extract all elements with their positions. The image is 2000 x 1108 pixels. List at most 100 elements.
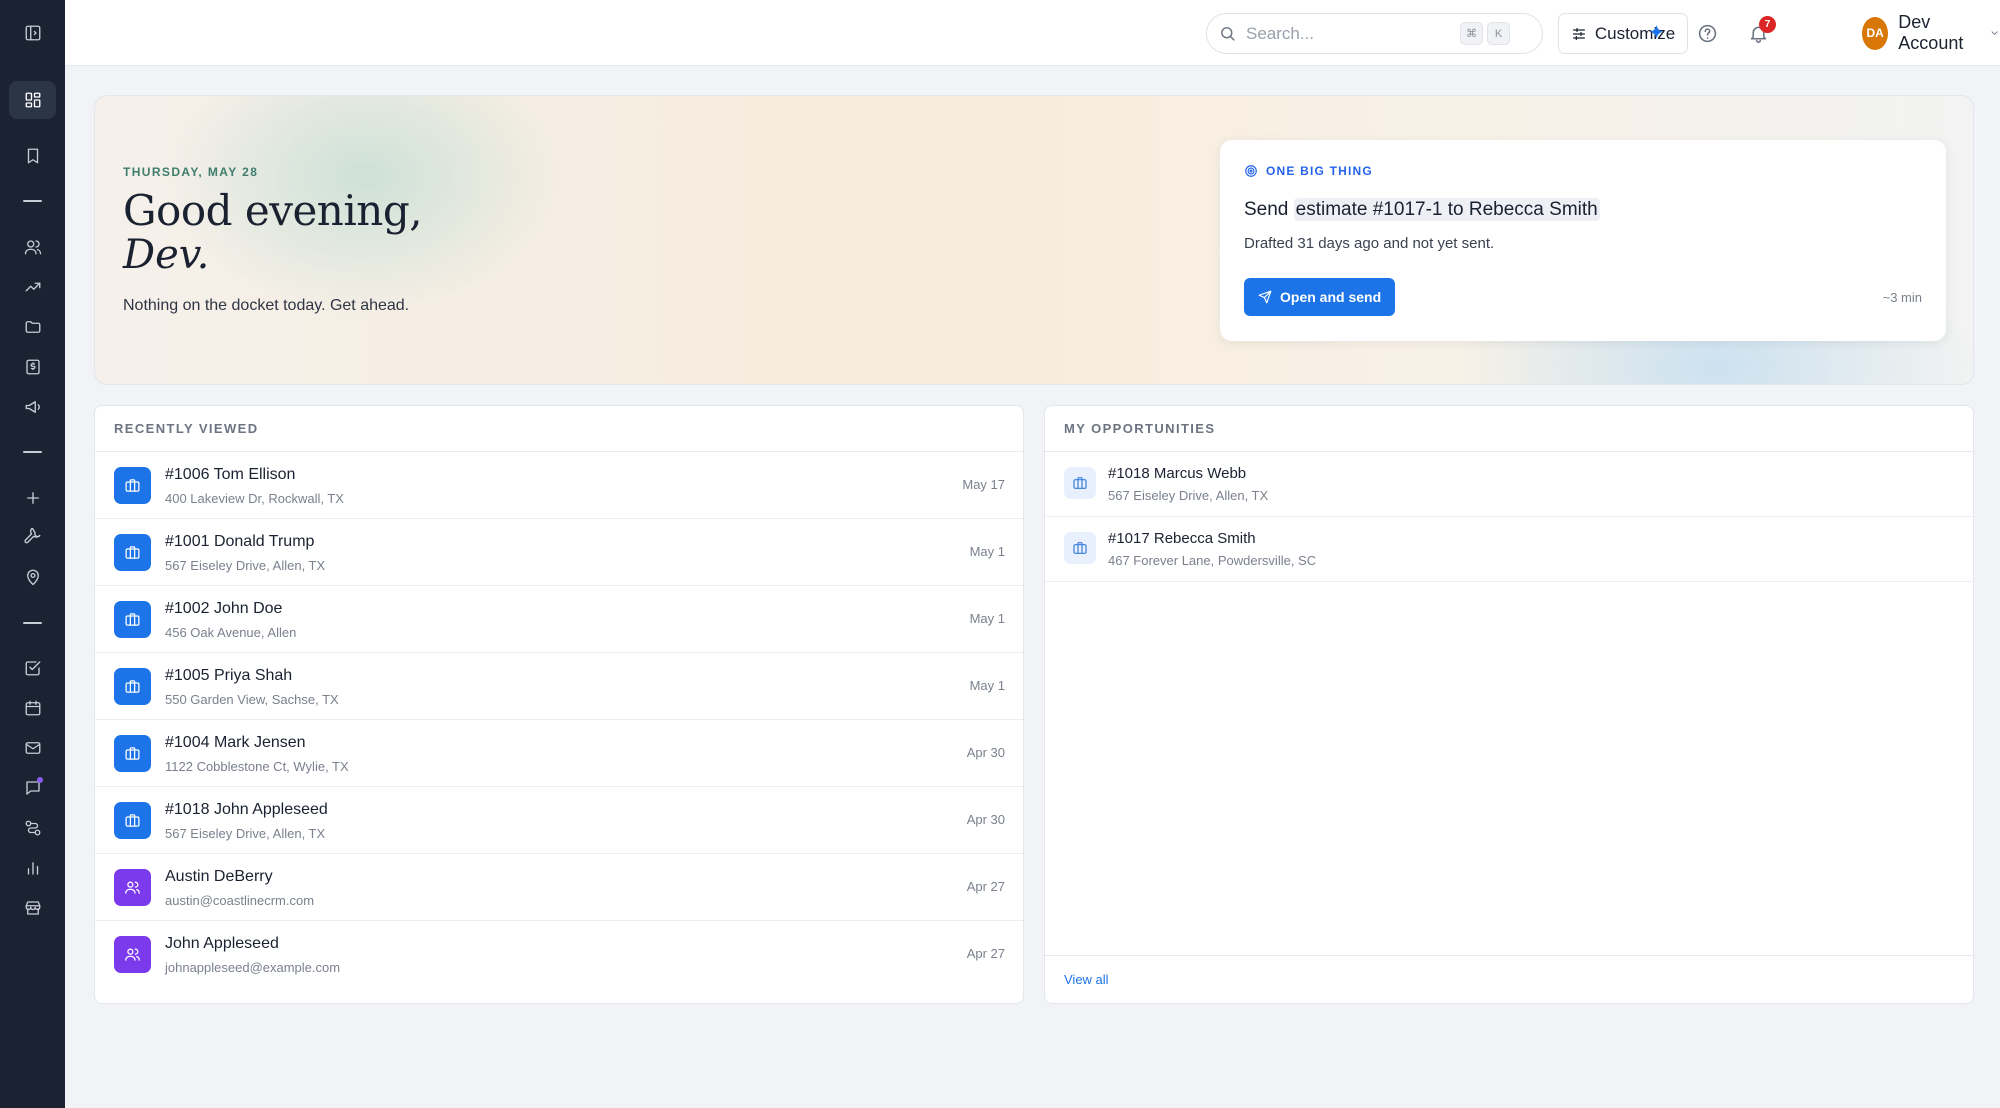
sidebar-item-invoices[interactable] bbox=[9, 348, 56, 386]
hero-subtitle: Nothing on the docket today. Get ahead. bbox=[123, 297, 410, 314]
sidebar-item-tasks[interactable] bbox=[9, 649, 56, 687]
account-name: Dev Account bbox=[1898, 12, 1964, 53]
sidebar-item-tools[interactable] bbox=[9, 518, 56, 556]
notification-count-badge: 7 bbox=[1759, 16, 1776, 33]
account-menu[interactable]: DA Dev Account bbox=[1862, 12, 2000, 53]
send-icon bbox=[1258, 290, 1272, 304]
job-icon-tile bbox=[114, 735, 151, 772]
sidebar-divider bbox=[23, 451, 42, 453]
recent-item-row[interactable]: #1004 Mark Jensen 1122 Cobblestone Ct, Wy… bbox=[95, 720, 1023, 787]
sidebar-item-mail[interactable] bbox=[9, 729, 56, 767]
folder-icon bbox=[25, 321, 40, 333]
plus-icon bbox=[26, 492, 39, 504]
sidebar-divider bbox=[23, 622, 42, 624]
greeting-hero: THURSDAY, MAY 28 Good evening, Dev. Noth… bbox=[94, 95, 1974, 385]
recent-item-title: Austin DeBerry bbox=[165, 868, 273, 885]
sidebar-item-marketing[interactable] bbox=[9, 388, 56, 426]
my-opportunities-heading: MY OPPORTUNITIES bbox=[1045, 406, 1973, 452]
opportunities-list: #1018 Marcus Webb 567 Eiseley Drive, Alle… bbox=[1045, 452, 1973, 582]
search-input[interactable] bbox=[1246, 23, 1456, 44]
sidebar-item-map[interactable] bbox=[9, 558, 56, 596]
ai-assistant-button[interactable] bbox=[1641, 18, 1671, 48]
sidebar-item-routes[interactable] bbox=[9, 809, 56, 847]
one-big-thing-title-highlight: estimate #1017-1 to Rebecca Smith bbox=[1293, 198, 1600, 221]
recent-item-date: May 1 bbox=[969, 544, 1005, 559]
recent-item-title: #1006 Tom Ellison bbox=[165, 466, 296, 483]
recent-item-row[interactable]: John Appleseed johnappleseed@example.com A… bbox=[95, 921, 1023, 988]
opportunity-row[interactable]: #1017 Rebecca Smith 467 Forever Lane, Pow… bbox=[1045, 517, 1973, 582]
opportunity-title: #1017 Rebecca Smith bbox=[1108, 530, 1256, 547]
my-opportunities-panel: MY OPPORTUNITIES #1018 Marcus Webb 567 Ei… bbox=[1044, 405, 1974, 1004]
view-all-link[interactable]: View all bbox=[1064, 972, 1109, 987]
recent-item-date: Apr 27 bbox=[966, 879, 1005, 894]
calendar-icon bbox=[25, 700, 40, 716]
job-icon-tile bbox=[114, 534, 151, 571]
sidebar bbox=[0, 0, 65, 1108]
search-icon bbox=[1221, 27, 1235, 41]
recent-item-title: John Appleseed bbox=[165, 935, 279, 952]
sidebar-item-sales[interactable] bbox=[9, 268, 56, 306]
briefcase-icon bbox=[125, 613, 140, 626]
recent-item-subtitle: 456 Oak Avenue, Allen bbox=[165, 625, 297, 640]
bar-chart-icon bbox=[27, 862, 38, 875]
sidebar-item-reports[interactable] bbox=[9, 849, 56, 887]
check-square-icon bbox=[25, 661, 40, 676]
briefcase-icon bbox=[125, 680, 140, 693]
recent-item-subtitle: 567 Eiseley Drive, Allen, TX bbox=[165, 826, 326, 841]
sidebar-item-create[interactable] bbox=[9, 479, 56, 517]
recently-viewed-list: #1006 Tom Ellison 400 Lakeview Dr, Rockwa… bbox=[95, 452, 1023, 988]
briefcase-icon bbox=[1073, 542, 1087, 554]
sidebar-item-contacts[interactable] bbox=[9, 228, 56, 266]
opportunities-footer: View all bbox=[1045, 955, 1973, 1003]
briefcase-icon bbox=[125, 546, 140, 559]
recent-item-subtitle: austin@coastlinecrm.com bbox=[165, 893, 315, 908]
sidebar-item-messages[interactable] bbox=[9, 769, 56, 807]
recent-item-subtitle: 1122 Cobblestone Ct, Wylie, TX bbox=[165, 759, 349, 774]
job-icon-tile bbox=[114, 601, 151, 638]
recent-item-row[interactable]: #1006 Tom Ellison 400 Lakeview Dr, Rockwa… bbox=[95, 452, 1023, 519]
opportunity-row[interactable]: #1018 Marcus Webb 567 Eiseley Drive, Alle… bbox=[1045, 452, 1973, 517]
recent-item-subtitle: 550 Garden View, Sachse, TX bbox=[165, 692, 339, 707]
recent-item-title: #1018 John Appleseed bbox=[165, 801, 328, 818]
users-icon bbox=[125, 948, 140, 961]
recent-item-date: May 1 bbox=[969, 611, 1005, 626]
topbar: ⌘ K Customize 7 DA Dev Account bbox=[65, 0, 2000, 66]
sidebar-item-store[interactable] bbox=[9, 889, 56, 927]
recent-item-row[interactable]: #1018 John Appleseed 567 Eiseley Drive, A… bbox=[95, 787, 1023, 854]
users-icon bbox=[24, 240, 41, 255]
sidebar-item-saved[interactable] bbox=[9, 137, 56, 175]
recent-item-title: #1002 John Doe bbox=[165, 600, 283, 617]
sidebar-toggle-button[interactable] bbox=[9, 14, 56, 52]
recent-item-row[interactable]: Austin DeBerry austin@coastlinecrm.com Apr… bbox=[95, 854, 1023, 921]
search-box[interactable]: ⌘ K bbox=[1206, 13, 1543, 54]
help-button[interactable] bbox=[1692, 18, 1722, 48]
recent-item-row[interactable]: #1002 John Doe 456 Oak Avenue, Allen May 1 bbox=[95, 586, 1023, 653]
notifications-button[interactable]: 7 bbox=[1743, 16, 1776, 48]
time-estimate: ~3 min bbox=[1882, 290, 1922, 305]
hero-name: Dev. bbox=[123, 232, 210, 278]
recent-item-row[interactable]: #1001 Donald Trump 567 Eiseley Drive, All… bbox=[95, 519, 1023, 586]
recent-item-date: Apr 30 bbox=[966, 812, 1005, 827]
target-icon bbox=[1245, 165, 1257, 177]
hero-greeting: Good evening, bbox=[123, 186, 423, 235]
sidebar-item-projects[interactable] bbox=[9, 308, 56, 346]
briefcase-icon bbox=[1073, 477, 1087, 489]
opportunity-icon-tile bbox=[1064, 532, 1096, 564]
recent-item-row[interactable]: #1005 Priya Shah 550 Garden View, Sachse,… bbox=[95, 653, 1023, 720]
dashboard-icon bbox=[25, 92, 40, 108]
sparkle-icon bbox=[1649, 24, 1663, 39]
users-icon bbox=[125, 881, 140, 894]
job-icon-tile bbox=[114, 802, 151, 839]
sidebar-item-dashboard[interactable] bbox=[9, 81, 56, 119]
opportunity-subtitle: 567 Eiseley Drive, Allen, TX bbox=[1108, 488, 1269, 503]
recent-item-subtitle: 400 Lakeview Dr, Rockwall, TX bbox=[165, 491, 344, 506]
hero-date: THURSDAY, MAY 28 bbox=[123, 165, 259, 179]
job-icon-tile bbox=[114, 668, 151, 705]
recent-item-title: #1001 Donald Trump bbox=[165, 533, 315, 550]
sidebar-item-calendar[interactable] bbox=[9, 689, 56, 727]
contact-icon-tile bbox=[114, 936, 151, 973]
one-big-thing-card: ONE BIG THING Send estimate #1017-1 to R… bbox=[1220, 140, 1946, 341]
recently-viewed-heading: RECENTLY VIEWED bbox=[95, 406, 1023, 452]
open-and-send-button[interactable]: Open and send bbox=[1244, 278, 1396, 316]
invoice-icon bbox=[25, 359, 40, 375]
